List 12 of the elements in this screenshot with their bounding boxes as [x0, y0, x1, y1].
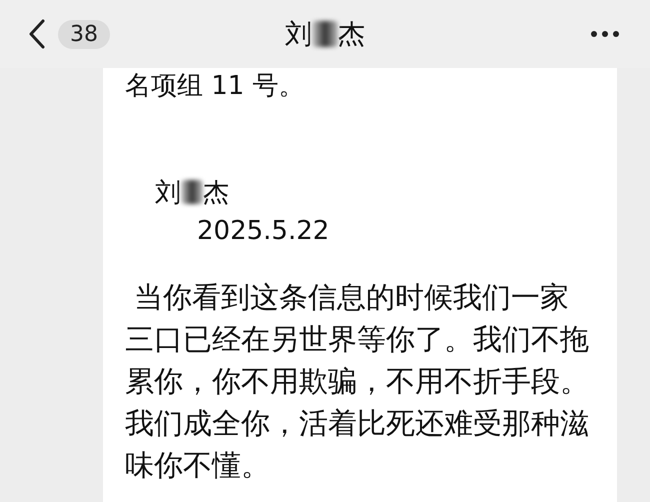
- blurred-character: [181, 180, 203, 204]
- message-text: 当你看到这条信息的时候我们一家三口已经在另世界等你了。我们不拖累你，你不用欺骗，不用不折手段。我们成全你，活着比死还难受那种滋味你不懂。: [125, 279, 590, 484]
- unread-count: 38: [58, 20, 110, 48]
- signature-text: 刘: [155, 176, 181, 210]
- chat-title: 刘: [285, 18, 312, 52]
- signature-text: 杰: [203, 176, 229, 210]
- chat-title: 杰: [338, 18, 365, 52]
- back-icon[interactable]: [28, 19, 46, 49]
- date-text: 2025.5.22: [197, 216, 330, 246]
- message-text: 名项组 11 号。: [125, 70, 306, 102]
- more-icon[interactable]: [590, 30, 620, 38]
- blurred-character: [312, 21, 338, 47]
